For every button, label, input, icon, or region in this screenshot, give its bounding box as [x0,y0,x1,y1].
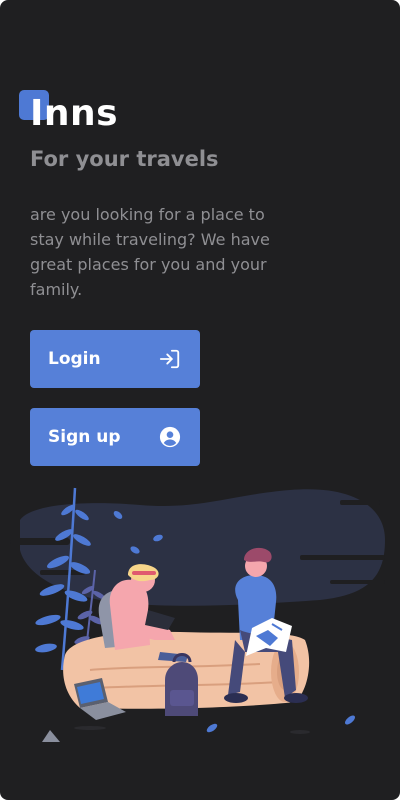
login-button-label: Login [48,349,101,369]
travelers-camping-illustration [10,487,385,742]
signup-button[interactable]: Sign up [30,408,200,466]
welcome-screen: Inns For your travels are you looking fo… [0,0,400,800]
account-circle-icon [158,425,182,449]
login-button[interactable]: Login [30,330,200,388]
login-arrow-icon [158,347,182,371]
app-title: Inns [30,93,119,134]
app-description: are you looking for a place to stay whil… [30,205,270,299]
app-subtitle: For your travels [30,147,219,171]
signup-button-label: Sign up [48,427,121,447]
